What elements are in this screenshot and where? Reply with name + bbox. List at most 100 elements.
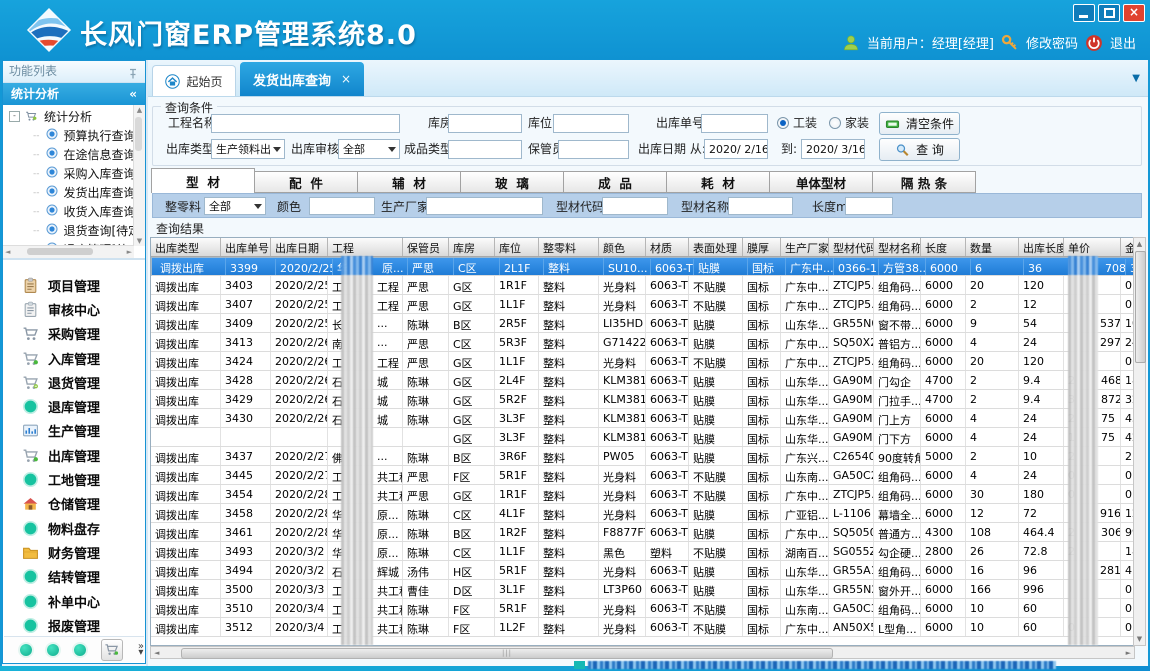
order-no-input[interactable]: [701, 114, 768, 133]
table-row[interactable]: 调拨出库34372020/2/27佛...陈琳B区3R6F整料PW056063-…: [151, 447, 1134, 466]
gongzhuang-radio-label[interactable]: 工装: [793, 113, 817, 133]
table-row[interactable]: 调拨出库34242020/2/26工工程严思G区1L1F整料光身料6063-T5…: [151, 352, 1134, 371]
tab-home[interactable]: 起始页: [152, 65, 236, 96]
table-column-header[interactable]: 颜色: [599, 238, 646, 256]
table-column-header[interactable]: 数量: [966, 238, 1019, 256]
profile-name-input[interactable]: [728, 197, 793, 215]
table-row[interactable]: 调拨出库35122020/3/4工共工程陈琳F区1L2F整料光身料6063-T5…: [151, 618, 1134, 637]
module-dot-icon[interactable]: [47, 644, 59, 656]
material-tab[interactable]: 隔 热 条: [872, 171, 976, 193]
table-column-header[interactable]: 出库长度: [1019, 238, 1064, 256]
tab-close-icon[interactable]: ×: [341, 72, 351, 86]
sidebar-module-item[interactable]: 补单中心: [4, 589, 144, 613]
table-horizontal-scrollbar[interactable]: ◄ ||| ►: [150, 646, 1135, 659]
date-from-select[interactable]: 2020/ 2/16: [704, 139, 768, 159]
table-vscroll-thumb[interactable]: [1135, 251, 1146, 363]
table-vertical-scrollbar[interactable]: ▲ ▼: [1133, 237, 1146, 646]
clear-conditions-button[interactable]: 清空条件: [879, 112, 960, 135]
table-column-header[interactable]: 出库单号: [221, 238, 271, 256]
table-row[interactable]: 调拨出库34582020/2/28华原...陈琳C区4L1F整料光身料6063-…: [151, 504, 1134, 523]
module-dot-icon[interactable]: [20, 644, 32, 656]
table-column-header[interactable]: 出库日期: [271, 238, 328, 256]
sidebar-module-item[interactable]: 退货管理: [4, 370, 144, 394]
sidebar-module-item[interactable]: 采购管理: [4, 322, 144, 346]
table-row[interactable]: 调拨出库34612020/2/28华原...陈琳B区1R2F整料F8877FT6…: [151, 523, 1134, 542]
sidebar-module-item[interactable]: 出库管理: [4, 443, 144, 467]
table-row[interactable]: 调拨出库34452020/2/27工共工程严思F区5R1F整料光身料6063-T…: [151, 466, 1134, 485]
whole-part-select[interactable]: 全部: [204, 197, 266, 215]
tree-horizontal-scrollbar[interactable]: ◄ ►: [3, 245, 134, 258]
table-hscroll-thumb[interactable]: |||: [181, 648, 833, 659]
logout-link[interactable]: 退出: [1110, 33, 1136, 52]
table-row[interactable]: 调拨出库33992020/2/25华原...严思C区2L1F整料SU10...6…: [151, 257, 1135, 276]
table-column-header[interactable]: 保管员: [403, 238, 449, 256]
table-column-header[interactable]: 膜厚: [743, 238, 781, 256]
tree-item[interactable]: --收货入库查询: [3, 202, 133, 221]
table-row[interactable]: 调拨出库34302020/2/26石城陈琳G区3L3F整料KLM38176063…: [151, 409, 1134, 428]
table-row[interactable]: 调拨出库34542020/2/28工共工程严思G区1R1F整料光身料6063-T…: [151, 485, 1134, 504]
gongzhuang-radio[interactable]: [777, 117, 789, 129]
more-modules-chevron[interactable]: »▾: [138, 644, 144, 656]
sidebar-module-item[interactable]: 工地管理: [4, 467, 144, 491]
cart-shortcut-button[interactable]: [101, 639, 123, 661]
tree-item[interactable]: --采购入库查询: [3, 164, 133, 183]
table-column-header[interactable]: 材质: [646, 238, 689, 256]
sidebar-module-item[interactable]: 报废管理: [4, 613, 144, 637]
table-row[interactable]: 调拨出库35002020/3/3工共工程曹佳D区3L1F整料LT3P606063…: [151, 580, 1134, 599]
manufacturer-input[interactable]: [426, 197, 543, 215]
tree-item[interactable]: --预算执行查询: [3, 126, 133, 145]
scroll-left-icon[interactable]: ◄: [5, 248, 10, 256]
scroll-down-icon[interactable]: ▼: [1134, 635, 1145, 643]
sidebar-module-item[interactable]: 财务管理: [4, 540, 144, 564]
scroll-right-icon[interactable]: ►: [1126, 649, 1131, 657]
tab-shipping-outbound-query[interactable]: 发货出库查询 ×: [240, 62, 364, 96]
material-tab[interactable]: 成 品: [563, 171, 667, 193]
table-row[interactable]: 调拨出库34072020/2/25工工程严思G区1L1F整料光身料6063-T5…: [151, 295, 1134, 314]
table-column-header[interactable]: 出库类型: [151, 238, 221, 256]
color-input[interactable]: [309, 197, 375, 215]
tree-hscroll-thumb[interactable]: [27, 248, 93, 255]
sidebar-module-item[interactable]: 退库管理: [4, 394, 144, 418]
table-row[interactable]: G区3L3F整料KLM38176063-T5贴膜国标山东华...GA90M09.…: [151, 428, 1134, 447]
table-column-header[interactable]: 工程: [328, 238, 403, 256]
table-column-header[interactable]: 库房: [449, 238, 495, 256]
table-row[interactable]: 调拨出库34942020/3/2石辉城汤伟H区5R1F整料光身料6063-T5贴…: [151, 561, 1134, 580]
out-type-select[interactable]: 生产领料出库: [211, 139, 285, 159]
material-tab[interactable]: 辅 材: [357, 171, 461, 193]
table-row[interactable]: 调拨出库34932020/3/2华原...陈琳C区1L1F整料黑色塑料不贴膜国标…: [151, 542, 1134, 561]
collapse-chevron[interactable]: «: [129, 83, 137, 105]
audit-select[interactable]: 全部: [338, 139, 400, 159]
scroll-up-icon[interactable]: ▲: [1134, 240, 1145, 248]
table-column-header[interactable]: 生产厂家: [781, 238, 829, 256]
table-row[interactable]: 调拨出库34282020/2/26石城陈琳G区2L4F整料KLM38176063…: [151, 371, 1134, 390]
project-name-input[interactable]: [211, 114, 400, 133]
table-row[interactable]: 调拨出库34292020/2/26石城陈琳G区5R2F整料KLM38176063…: [151, 390, 1134, 409]
material-tab[interactable]: 型 材: [151, 168, 255, 193]
sidebar-module-item[interactable]: 入库管理: [4, 346, 144, 370]
table-column-header[interactable]: 库位: [495, 238, 539, 256]
scroll-up-icon[interactable]: ▲: [134, 106, 145, 114]
table-column-header[interactable]: 单价: [1064, 238, 1121, 256]
tree-vscroll-thumb[interactable]: [135, 117, 142, 151]
scroll-down-icon[interactable]: ▼: [134, 237, 145, 245]
sidebar-module-item[interactable]: 项目管理: [4, 273, 144, 297]
jiazhuang-radio-label[interactable]: 家装: [845, 113, 869, 133]
pin-icon[interactable]: [127, 66, 139, 78]
tree-root-item[interactable]: -统计分析: [3, 107, 133, 126]
profile-code-input[interactable]: [602, 197, 668, 215]
table-row[interactable]: 调拨出库34032020/2/25工工程严思G区1R1F整料光身料6063-T5…: [151, 276, 1134, 295]
tree-item[interactable]: --退货查询[待定]: [3, 221, 133, 240]
table-row[interactable]: 调拨出库35102020/3/4工共工程陈琳F区5R1F整料光身料6063-T5…: [151, 599, 1134, 618]
close-button[interactable]: ×: [1123, 4, 1145, 22]
jiazhuang-radio[interactable]: [829, 117, 841, 129]
module-dot-icon[interactable]: [74, 644, 86, 656]
tree-vertical-scrollbar[interactable]: ▲ ▼: [133, 105, 145, 246]
stats-panel-header[interactable]: 统计分析 «: [3, 83, 145, 105]
product-type-input[interactable]: [448, 140, 522, 159]
sidebar-module-item[interactable]: 生产管理: [4, 419, 144, 443]
sidebar-module-item[interactable]: 审核中心: [4, 297, 144, 321]
sidebar-module-item[interactable]: 结转管理: [4, 565, 144, 589]
date-to-select[interactable]: 2020/ 3/16: [801, 139, 865, 159]
scroll-right-icon[interactable]: ►: [127, 248, 132, 256]
length-input[interactable]: [845, 197, 893, 215]
